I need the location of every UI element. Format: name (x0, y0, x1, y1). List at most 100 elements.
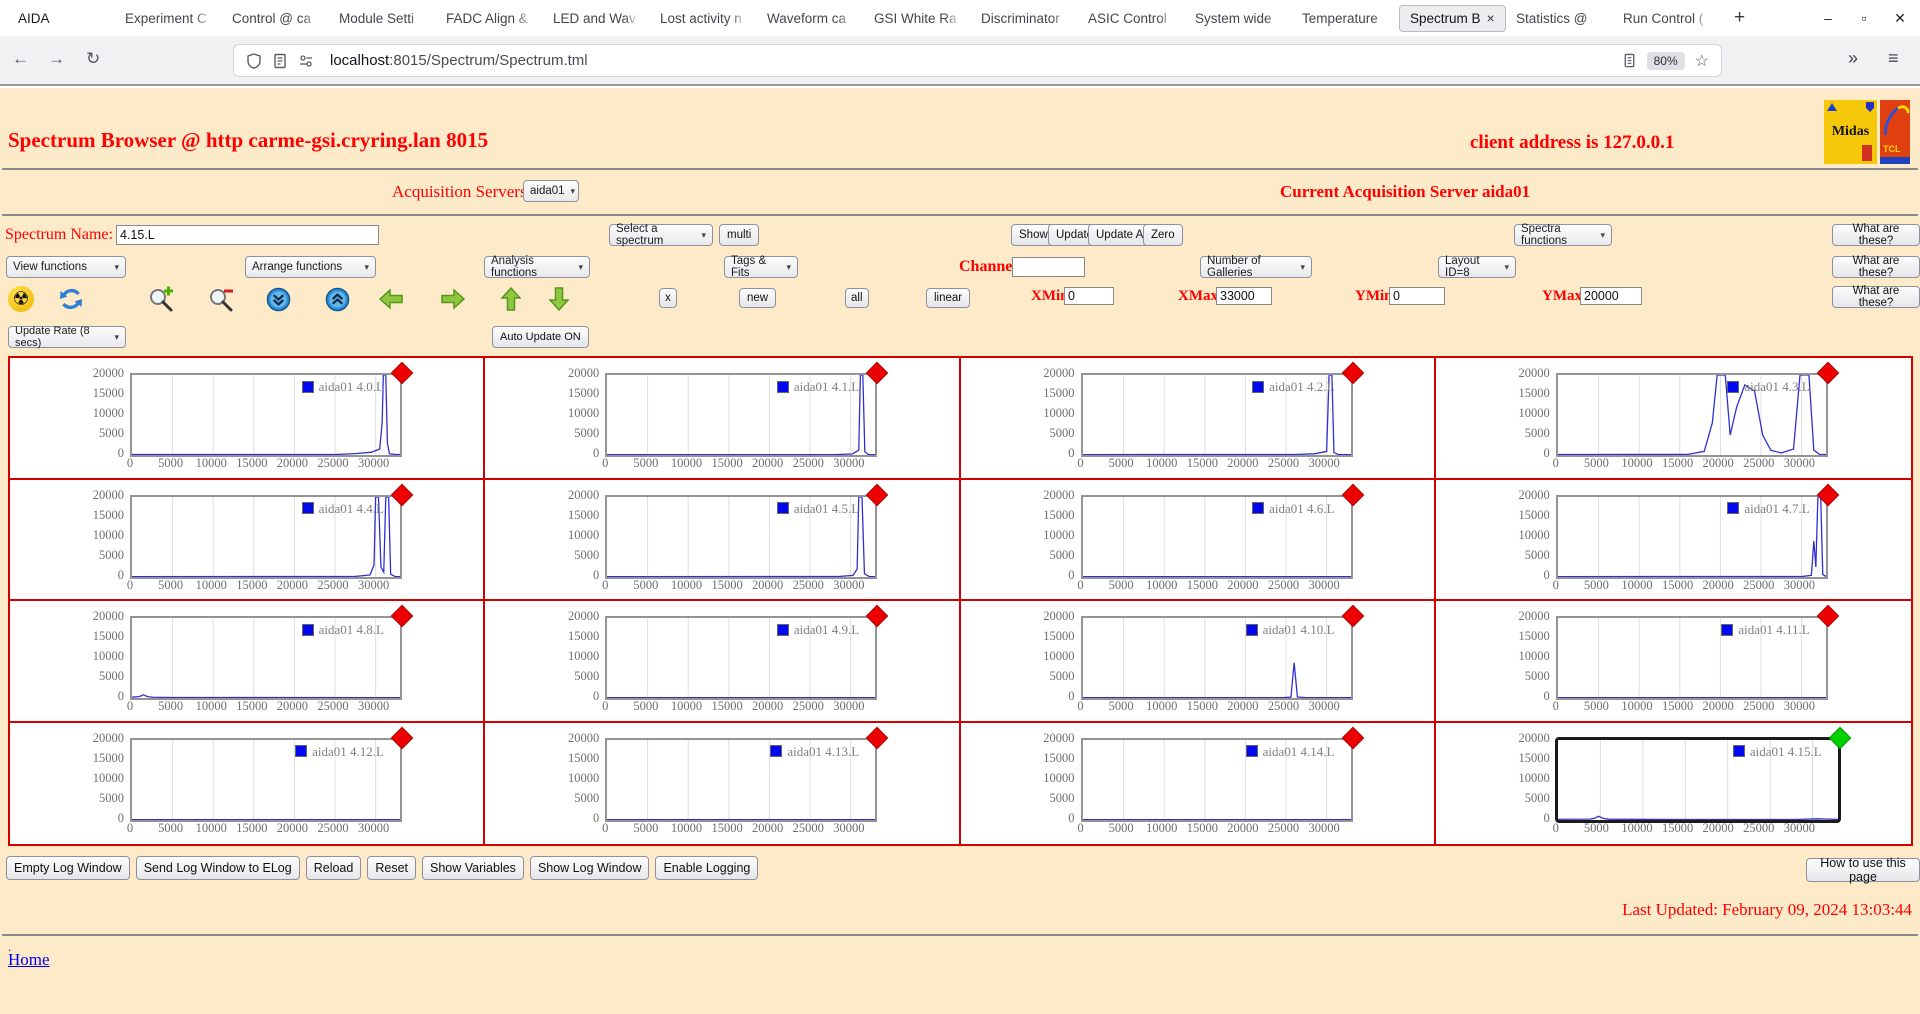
plot-area[interactable]: aida01 4.6.L (1080, 483, 1364, 579)
plot-area[interactable]: aida01 4.11.L (1555, 604, 1840, 700)
linear-button[interactable]: linear (926, 288, 971, 308)
minimize-icon[interactable]: – (1820, 10, 1836, 26)
zoom-in-icon[interactable] (148, 286, 174, 312)
select-spectrum-dropdown[interactable]: Select a spectrum ▾ (609, 223, 713, 247)
browser-tab[interactable]: Module Setti (329, 3, 436, 33)
spectrum-cell[interactable]: 20000 15000 10000 5000 0 0 5000 10000 15000 20000… (485, 601, 961, 723)
xmax-input[interactable] (1216, 287, 1272, 305)
spectrum-name-input[interactable] (116, 225, 379, 245)
show-log-window-button[interactable]: Show Log Window (529, 856, 650, 880)
shield-icon[interactable] (246, 52, 262, 69)
show-variables-button[interactable]: Show Variables (422, 856, 524, 880)
close-icon[interactable]: ✕ (1892, 10, 1908, 27)
plot-area[interactable]: aida01 4.0.L (130, 361, 414, 457)
tab-close-icon[interactable]: × (1487, 10, 1495, 26)
multi-button[interactable]: multi (719, 224, 760, 246)
what-are-these-button-1[interactable]: What are these? (1832, 223, 1920, 247)
spectrum-cell[interactable]: 20000 15000 10000 5000 0 0 5000 10000 15000 20000… (10, 358, 486, 480)
view-functions-dropdown[interactable]: View functions ▾ (6, 256, 126, 278)
all-button[interactable]: all (845, 288, 869, 308)
plot-area[interactable]: aida01 4.15.L (1554, 726, 1852, 823)
enable-logging-button[interactable]: Enable Logging (655, 856, 759, 880)
browser-tab[interactable]: Spectrum B × (1399, 4, 1506, 32)
reload-icon[interactable]: ↻ (86, 49, 100, 69)
ymin-input[interactable] (1389, 287, 1445, 305)
spectrum-cell[interactable]: 20000 15000 10000 5000 0 0 5000 10000 15000 20000… (10, 479, 486, 601)
zoom-out-icon[interactable] (208, 286, 234, 312)
new-tab-button[interactable]: + (1734, 7, 1745, 29)
forward-icon[interactable]: → (48, 49, 65, 69)
spectrum-cell[interactable]: 20000 15000 10000 5000 0 0 5000 10000 15000 20000… (485, 722, 961, 844)
address-box[interactable]: localhost:8015/Spectrum/Spectrum.tml 80%… (233, 44, 1722, 77)
browser-tab[interactable]: FADC Align & (436, 3, 543, 33)
spectrum-cell[interactable]: 20000 15000 10000 5000 0 0 5000 10000 15000 20000… (485, 358, 961, 480)
browser-tab[interactable]: Experiment C (115, 3, 222, 33)
plot-area[interactable]: aida01 4.9.L (605, 604, 889, 700)
collapse-down-icon[interactable] (265, 286, 291, 312)
spectrum-cell[interactable]: 20000 15000 10000 5000 0 0 5000 10000 15000 20000… (960, 722, 1436, 844)
plot-area[interactable]: aida01 4.7.L (1555, 483, 1840, 579)
browser-tab[interactable]: Waveform ca (757, 3, 864, 33)
spectrum-cell[interactable]: 20000 15000 10000 5000 0 0 5000 10000 15000 20000… (1435, 358, 1911, 480)
plot-area[interactable]: aida01 4.4.L (130, 483, 414, 579)
plot-area[interactable]: aida01 4.10.L (1080, 604, 1364, 700)
plot-area[interactable]: aida01 4.8.L (130, 604, 414, 700)
arrow-right-icon[interactable] (440, 286, 466, 312)
browser-tab[interactable]: AIDA (8, 3, 115, 33)
permissions-icon[interactable] (298, 53, 314, 69)
spectrum-cell[interactable]: 20000 15000 10000 5000 0 0 5000 10000 15000 20000… (10, 601, 486, 723)
arrow-left-icon[interactable] (378, 286, 404, 312)
zero-spectrum-icon[interactable]: ☢ (8, 286, 34, 312)
what-are-these-button-2[interactable]: What are these? (1832, 255, 1920, 279)
channel-input[interactable] (1012, 257, 1085, 277)
layout-id-dropdown[interactable]: Layout ID=8 ▾ (1438, 255, 1516, 279)
plot-area[interactable]: aida01 4.14.L (1080, 726, 1364, 822)
browser-tab[interactable]: Discriminator (971, 3, 1078, 33)
browser-tab[interactable]: System wide (1185, 3, 1292, 33)
tags-fits-dropdown[interactable]: Tags & Fits ▾ (724, 255, 798, 279)
bookmark-star-icon[interactable]: ☆ (1695, 51, 1709, 71)
hamburger-menu-icon[interactable]: ≡ (1888, 48, 1899, 69)
send-log-window-to-elog-button[interactable]: Send Log Window to ELog (135, 856, 300, 880)
expand-up-icon[interactable] (324, 286, 350, 312)
ymax-input[interactable] (1580, 287, 1642, 305)
back-icon[interactable]: ← (12, 49, 29, 69)
analysis-functions-dropdown[interactable]: Analysis functions ▾ (484, 255, 590, 279)
browser-tab[interactable]: Run Control ( (1613, 3, 1720, 33)
arrow-down-icon[interactable] (546, 286, 572, 312)
plot-area[interactable]: aida01 4.12.L (130, 726, 414, 822)
browser-tab[interactable]: GSI White Ra (864, 3, 971, 33)
how-to-use-button[interactable]: How to use this page (1806, 856, 1920, 884)
spectrum-cell[interactable]: 20000 15000 10000 5000 0 0 5000 10000 15000 20000… (1435, 479, 1911, 601)
toolbar-overflow-icon[interactable]: » (1848, 48, 1858, 69)
acquisition-server-select[interactable]: aida01 ▾ (523, 180, 579, 202)
plot-area[interactable]: aida01 4.2.L (1080, 361, 1364, 457)
number-of-galleries-dropdown[interactable]: Number of Galleries ▾ (1200, 255, 1312, 279)
x-scale-button[interactable]: x (659, 288, 677, 308)
browser-tab[interactable]: Temperature (1292, 3, 1399, 33)
arrow-up-icon[interactable] (498, 286, 524, 312)
url-text[interactable]: localhost:8015/Spectrum/Spectrum.tml (330, 52, 588, 69)
new-button[interactable]: new (739, 288, 777, 308)
refresh-icon[interactable] (58, 286, 84, 312)
auto-update-button[interactable]: Auto Update ON (492, 326, 589, 348)
browser-tab[interactable]: Control @ ca (222, 3, 329, 33)
empty-log-window-button[interactable]: Empty Log Window (6, 856, 130, 880)
spectrum-cell[interactable]: 20000 15000 10000 5000 0 0 5000 10000 15000 20000… (960, 358, 1436, 480)
update-rate-dropdown[interactable]: Update Rate (8 secs) ▾ (8, 325, 126, 349)
zero-button[interactable]: Zero (1143, 224, 1183, 246)
spectrum-cell[interactable]: 20000 15000 10000 5000 0 0 5000 10000 15000 20000… (1435, 601, 1911, 723)
maximize-icon[interactable]: ▫ (1856, 10, 1872, 26)
plot-area[interactable]: aida01 4.13.L (605, 726, 889, 822)
reset-button[interactable]: Reset (367, 856, 416, 880)
spectrum-cell[interactable]: 20000 15000 10000 5000 0 0 5000 10000 15000 20000… (960, 479, 1436, 601)
what-are-these-button-3[interactable]: What are these? (1832, 285, 1920, 309)
browser-tab[interactable]: LED and Wav (543, 3, 650, 33)
spectrum-cell[interactable]: 20000 15000 10000 5000 0 0 5000 10000 15000 20000… (485, 479, 961, 601)
zoom-level-chip[interactable]: 80% (1646, 51, 1685, 70)
plot-area[interactable]: aida01 4.3.L (1555, 361, 1840, 457)
page-icon[interactable] (272, 53, 288, 69)
reader-mode-icon[interactable] (1622, 53, 1637, 68)
browser-tab[interactable]: Lost activity n (650, 3, 757, 33)
browser-tab[interactable]: ASIC Control (1078, 3, 1185, 33)
